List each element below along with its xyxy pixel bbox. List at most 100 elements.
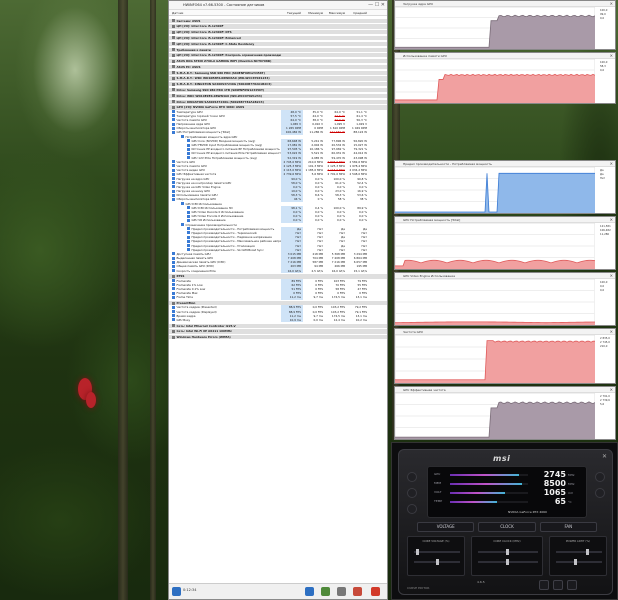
graph-plot: [395, 279, 595, 325]
core-clock-slider[interactable]: [478, 549, 538, 555]
voltage-panel: CORE VOLTAGE (%): [407, 536, 465, 576]
sensor-label: ЦП [#0]: Intel Core i5-12400F: C-State R…: [176, 41, 255, 46]
chip-icon: [172, 65, 175, 69]
column-header-cell[interactable]: Минимум: [303, 10, 325, 15]
chip-icon: [172, 324, 175, 328]
memory-clock-slider[interactable]: [478, 559, 538, 565]
log-icon[interactable]: [353, 587, 362, 596]
reset-button[interactable]: [539, 580, 549, 590]
chip-icon: [172, 329, 175, 333]
tab-clock[interactable]: CLOCK: [478, 522, 536, 532]
sensor-row[interactable]: Скорость соединения PCIe 16,0 GT/s 2,5 GT/…: [169, 268, 387, 273]
sensor-name: Сеть: Intel Ethernet Controller I225-V: [169, 324, 281, 328]
monitor-icon[interactable]: [407, 488, 417, 498]
sensor-group-row[interactable]: ЦП [#0]: Intel Core i5-12400F: Enhanced: [169, 35, 387, 41]
sensor-graph-window[interactable]: Использование памяти GPU ✕ 100,0 58,3 0,0: [394, 52, 616, 104]
sensor-list[interactable]: Система: ASUS ЦП [#0]: Intel Core i5-1240…: [169, 17, 387, 583]
column-header-cell[interactable]: Средний: [347, 10, 369, 15]
chip-icon: [172, 82, 175, 86]
sensor-value-max: 16,0 GT/s: [331, 268, 345, 273]
sensor-graph-window[interactable]: Предел производительности - Потребляемая…: [394, 160, 616, 214]
control-label: CORE CLOCK (MHz): [493, 539, 521, 543]
osd-icon[interactable]: [595, 488, 605, 498]
sensor-group-row[interactable]: Windows Hardware Errors (WHEA): [169, 335, 387, 340]
sensor-name: ASUS EC: ASUS: [169, 65, 281, 69]
sensor-group-row[interactable]: Сеть: Intel Wi-Fi 6E AX211 160MHz: [169, 329, 387, 334]
close-icon[interactable]: ✕: [610, 217, 613, 223]
sensor-group-row[interactable]: ASUS EC: ASUS: [169, 64, 387, 70]
column-header-cell[interactable]: Максимум: [325, 10, 347, 15]
sensor-icon: [172, 122, 175, 126]
close-icon[interactable]: ✕: [610, 273, 613, 279]
chip-icon: [172, 105, 175, 109]
sensor-group-row[interactable]: ASUS ROG STRIX Z790-A GAMING WIFI (Nuvot…: [169, 59, 387, 64]
sensor-icon: [172, 126, 175, 130]
kombustor-icon[interactable]: [407, 472, 417, 482]
sensor-group-row[interactable]: Drive: Samsung SSD 980 PRO 1TB (S69ENF0W…: [169, 87, 387, 93]
sensor-graph-window[interactable]: GPU Video Engine Использование ✕ 100,0 0,0 0…: [394, 272, 616, 326]
graph-scale: 2 835,0 2 745,0 210,0: [600, 337, 614, 349]
sensor-label: ASUS EC: ASUS: [176, 64, 201, 69]
sensor-group-row[interactable]: ЦП [#0]: Intel Core i5-12400F: DTS: [169, 30, 387, 35]
sensor-graph-window[interactable]: Частота GPU ✕ 2 835,0 2 745,0 210,0: [394, 328, 616, 384]
sensor-icon: [172, 305, 175, 309]
sensor-group-row[interactable]: Система: ASUS: [169, 18, 387, 23]
close-icon[interactable]: ✕: [610, 53, 613, 59]
fan-speed-slider[interactable]: [556, 559, 602, 565]
curve-editor-button[interactable]: CURVE EDITOR: [407, 586, 429, 590]
sensor-name: ЦП [#0]: Intel Core i5-12400F: DTS: [169, 30, 281, 34]
close-icon[interactable]: ✕: [610, 161, 613, 167]
sensor-group-row[interactable]: ЦП [#0]: Intel Core i5-12400F: C-State R…: [169, 41, 387, 46]
sensor-value-cur: 16,0 GT/s: [281, 268, 303, 273]
reset-clock-icon[interactable]: [305, 587, 314, 596]
sensor-row[interactable]: GPU Busy 10,9 ms 0,0 ms 12,4 ms 10,2 ms: [169, 317, 387, 323]
graph-scale-min: 210,0: [600, 345, 608, 348]
chip-icon: [172, 100, 175, 104]
nav-arrows-icon[interactable]: [172, 587, 181, 596]
sensor-icon: [172, 118, 175, 122]
hwinfo-titlebar[interactable]: HWiNFO64 v7.66-5300 - Состояние датчиков…: [169, 1, 387, 10]
save-button[interactable]: [553, 580, 563, 590]
sensor-icon: [172, 164, 175, 168]
sensor-group-row[interactable]: S.M.A.R.T.: Samsung SSD 980 PRO (S69ENF0…: [169, 70, 387, 75]
close-icon[interactable]: ✕: [602, 453, 607, 460]
column-header-cell[interactable]: Текущий: [281, 10, 303, 15]
sensor-group-row[interactable]: Сеть: Intel Ethernet Controller I225-V: [169, 323, 387, 328]
sensor-group-row[interactable]: Drive: WDC WD10EZEX-08WN4A0 (WD-WCC6Y0Z1…: [169, 93, 387, 98]
memory-slider[interactable]: [414, 559, 460, 565]
sensor-icon: [172, 181, 175, 185]
sensor-icon: [187, 227, 190, 231]
sensor-icon: [187, 231, 190, 235]
tab-fan[interactable]: FAN: [539, 522, 597, 532]
sensor-graph-window[interactable]: Загрузка ядра GPU ✕ 100,0 99,0 0,0: [394, 0, 616, 50]
sensor-group-row[interactable]: ЦП [#0]: Intel Core i5-12400F: [169, 24, 387, 29]
sensor-group-row[interactable]: S.M.A.R.T.: KINGSTON SA400S37240G (50026…: [169, 82, 387, 87]
sensor-group-row[interactable]: Drive: KINGSTON SA400S37240G (50026B7782…: [169, 99, 387, 104]
tab-voltage[interactable]: VOLTAGE: [417, 522, 475, 532]
elapsed-time: 0:12:34: [183, 588, 197, 592]
sensor-graph-window[interactable]: GPU Потребляемая мощность [Total] ✕ 121,58…: [394, 216, 616, 270]
close-icon[interactable]: ✕: [610, 1, 613, 7]
sensor-group-row[interactable]: ЦП [#0]: Intel Core i5-12400F: Контроль …: [169, 53, 387, 58]
close-icon[interactable]: ✕: [610, 329, 613, 335]
core-voltage-slider[interactable]: [414, 549, 460, 555]
column-header-cell[interactable]: Датчик: [169, 10, 281, 15]
report-icon[interactable]: [321, 587, 330, 596]
sensor-label: Сеть: Intel Wi-Fi 6E AX211 160MHz: [176, 329, 232, 334]
sensor-group-row[interactable]: Требования к памяти: [169, 47, 387, 52]
sensor-name: Сеть: Intel Wi-Fi 6E AX211 160MHz: [169, 329, 281, 333]
chip-icon: [172, 19, 175, 23]
sensor-graph-window[interactable]: GPU Эффективная частота ✕ 2 791,0 2 739,6 5,…: [394, 386, 616, 440]
settings-icon[interactable]: [337, 587, 346, 596]
info-icon[interactable]: [407, 504, 417, 514]
settings-icon[interactable]: [595, 472, 605, 482]
sensor-group-row[interactable]: S.M.A.R.T.: WDC WD10EZEX-08WN4A0 (WD-WCC…: [169, 76, 387, 81]
close-icon[interactable]: ✕: [610, 387, 613, 393]
red-flower: [86, 392, 96, 408]
graph-plot: [395, 223, 595, 269]
window-controls[interactable]: — ☐ ✕: [368, 1, 385, 10]
sensor-row[interactable]: Frame Time 11,2 ms 9,7 ms 174,5 ms 13,1 ms: [169, 295, 387, 300]
apply-button[interactable]: [567, 580, 577, 590]
close-icon[interactable]: [371, 587, 380, 596]
power-limit-slider[interactable]: [556, 549, 602, 555]
